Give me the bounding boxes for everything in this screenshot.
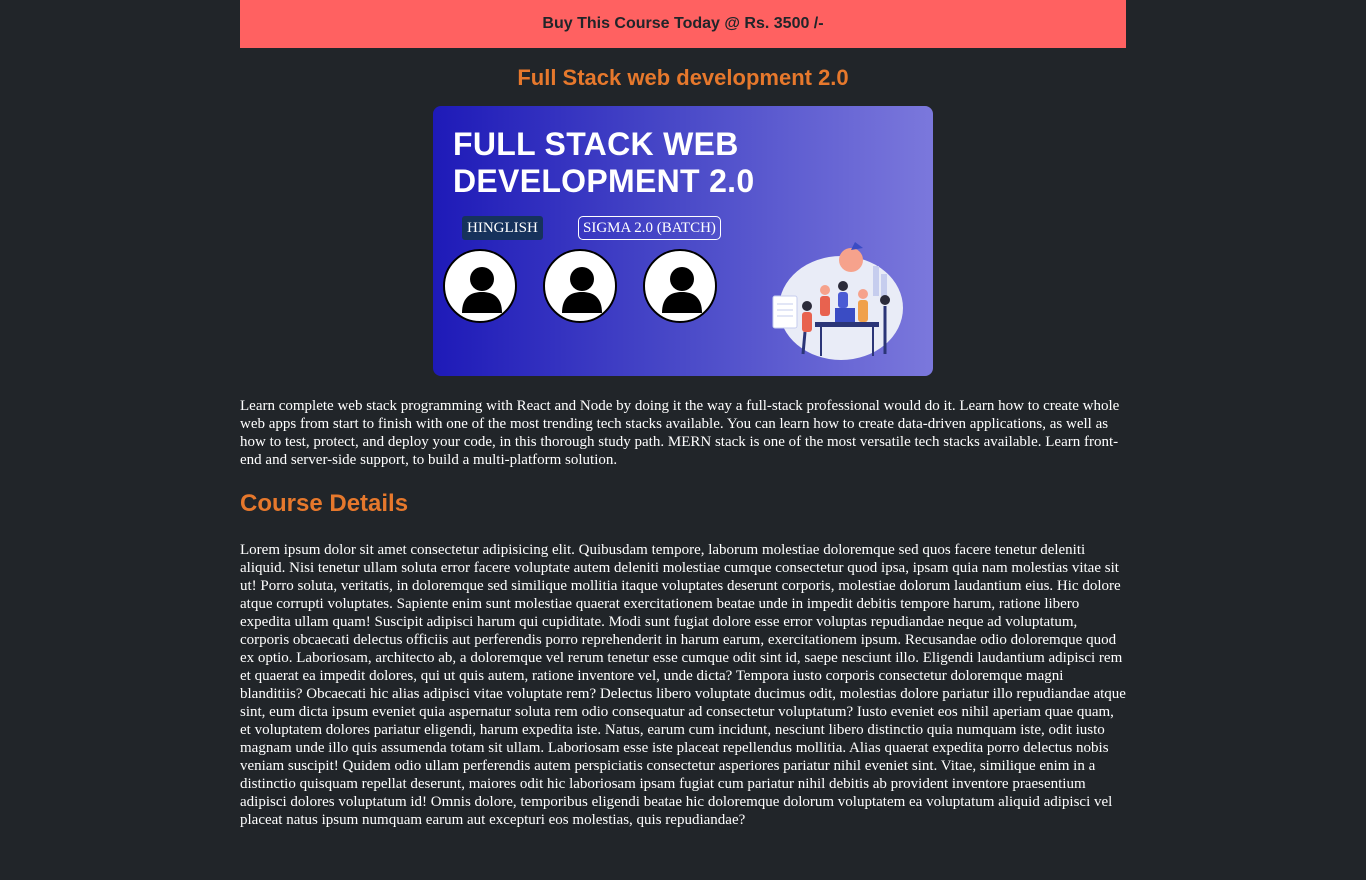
- banner-heading-line1: FULL STACK WEB: [453, 126, 739, 162]
- banner-heading-line2: DEVELOPMENT 2.0: [453, 163, 755, 199]
- instructor-avatar-3: [643, 249, 717, 323]
- course-intro: Learn complete web stack programming wit…: [240, 398, 1120, 468]
- user-silhouette-icon: [662, 267, 702, 313]
- course-details-body: Lorem ipsum dolor sit amet consectetur a…: [240, 542, 1126, 828]
- buy-course-button[interactable]: Buy This Course Today @ Rs. 3500 /-: [240, 0, 1126, 48]
- batch-tag: SIGMA 2.0 (BATCH): [578, 216, 721, 240]
- course-details-heading: Course Details: [240, 490, 409, 517]
- course-title: Full Stack web development 2.0: [517, 65, 849, 90]
- instructor-avatar-2: [543, 249, 617, 323]
- instructor-avatar-1: [443, 249, 517, 323]
- banner-heading: FULL STACK WEB DEVELOPMENT 2.0: [453, 126, 813, 200]
- user-silhouette-icon: [462, 267, 502, 313]
- course-banner-image: FULL STACK WEB DEVELOPMENT 2.0 HINGLISH …: [433, 106, 933, 376]
- language-tag: HINGLISH: [462, 216, 543, 240]
- page-container: Buy This Course Today @ Rs. 3500 /- Full…: [240, 0, 1126, 829]
- user-silhouette-icon: [562, 267, 602, 313]
- team-working-illustration: [772, 242, 903, 360]
